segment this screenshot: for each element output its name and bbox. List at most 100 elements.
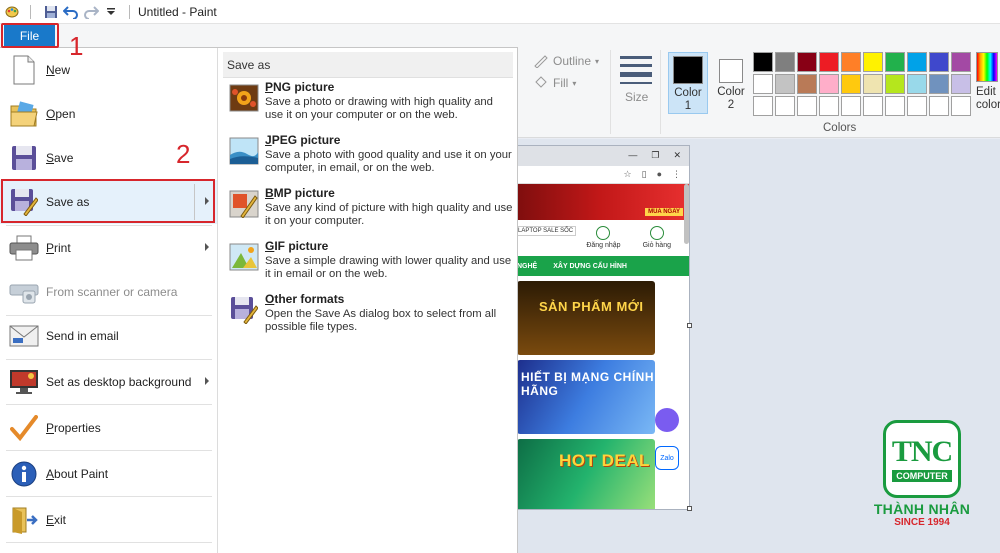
file-tab[interactable]: File (4, 25, 55, 46)
save-as-jpeg-option[interactable]: JPEG picture Save a photo with good qual… (223, 133, 513, 185)
color2-selector[interactable]: Color 2 (711, 52, 751, 114)
palette-swatch[interactable] (951, 96, 971, 116)
palette-swatch[interactable] (819, 96, 839, 116)
jpeg-picture-icon (227, 135, 261, 167)
exit-icon (7, 504, 41, 536)
save-as-other-formats-option[interactable]: Other formats Open the Save As dialog bo… (223, 292, 513, 344)
palette-swatch[interactable] (929, 52, 949, 72)
palette-swatch[interactable] (929, 74, 949, 94)
window-title: Untitled - Paint (138, 4, 217, 19)
menu-item-exit[interactable]: Exit (0, 498, 217, 542)
palette-swatch[interactable] (951, 52, 971, 72)
save-as-icon (7, 186, 41, 218)
ribbon-divider-2 (660, 50, 661, 134)
palette-swatch[interactable] (841, 74, 861, 94)
color1-swatch (673, 56, 703, 84)
menu-item-desktop-background-label: Set as desktop background (46, 375, 192, 389)
undo-icon[interactable] (63, 4, 79, 20)
palette-swatch[interactable] (753, 74, 773, 94)
menu-item-print-label: Print (46, 241, 71, 255)
palette-swatch[interactable] (775, 74, 795, 94)
edit-colors-label: Edit colors (976, 86, 1000, 111)
palette-swatch[interactable] (819, 74, 839, 94)
palette-swatch[interactable] (775, 52, 795, 72)
menu-item-open[interactable]: Open (0, 92, 217, 136)
save-as-gif-option[interactable]: GIF picture Save a simple drawing with l… (223, 239, 513, 291)
palette-swatch[interactable] (841, 96, 861, 116)
tnc-brand: TNC (891, 435, 953, 468)
palette-swatch[interactable] (885, 52, 905, 72)
print-submenu-arrow-icon (205, 243, 209, 251)
palette-swatch[interactable] (819, 52, 839, 72)
title-separator-2 (129, 4, 130, 19)
cart-icon (649, 226, 664, 240)
menu-item-properties[interactable]: Properties (0, 406, 217, 450)
promo-hot-deal: HOT DEAL (517, 439, 655, 509)
palette-swatch[interactable] (929, 96, 949, 116)
resize-handle-right[interactable] (687, 323, 692, 328)
menu-item-from-scanner: From scanner or camera (0, 270, 217, 314)
quick-save-icon[interactable] (43, 4, 59, 20)
palette-swatch[interactable] (775, 96, 795, 116)
palette-swatch[interactable] (863, 52, 883, 72)
tnc-sub: COMPUTER (892, 470, 952, 482)
printer-icon (7, 232, 41, 264)
palette-swatch[interactable] (907, 96, 927, 116)
canvas-image[interactable]: — ❐ ✕ ☆ ▯ ● ⋮ MUA NGAY LAPTOP SALE SỐC Đăng n… (510, 145, 690, 510)
palette-swatch[interactable] (863, 96, 883, 116)
palette-swatch[interactable] (797, 96, 817, 116)
palette-swatch[interactable] (885, 96, 905, 116)
palette-swatch[interactable] (885, 74, 905, 94)
menu-item-print[interactable]: Print (0, 226, 217, 270)
save-as-panel: Save as PNG picture Save a photo or draw… (219, 48, 517, 553)
menu-item-save-as[interactable]: Save as (0, 180, 217, 224)
step-2-annotation: 2 (176, 139, 191, 169)
outline-label: Outline (553, 54, 592, 68)
bmp-option-title: BMP picture (265, 186, 335, 200)
checkmark-icon (7, 412, 41, 444)
redo-icon[interactable] (83, 4, 99, 20)
menu-separator-5 (6, 404, 212, 405)
palette-swatch[interactable] (863, 74, 883, 94)
edit-colors-button[interactable]: Edit colors (976, 52, 1000, 112)
palette-swatch[interactable] (951, 74, 971, 94)
other-formats-option-title: Other formats (265, 292, 345, 306)
color1-selector[interactable]: Color 1 (668, 52, 708, 114)
outline-button[interactable]: Outline ▾ (533, 54, 599, 68)
outline-icon (534, 55, 548, 68)
file-menu: New Open Save Save as Print From scanner… (0, 47, 518, 553)
palette-swatch[interactable] (907, 52, 927, 72)
cart-item: Giỏ hàng (643, 226, 671, 256)
palette-swatch[interactable] (907, 74, 927, 94)
menu-item-send-email[interactable]: Send in email (0, 314, 217, 358)
menu-separator-8 (6, 542, 212, 543)
paint-app-icon[interactable] (4, 4, 20, 20)
color2-label: Color 2 (717, 86, 745, 111)
color2-swatch (719, 59, 743, 83)
palette-swatch[interactable] (753, 52, 773, 72)
gif-picture-icon (227, 241, 261, 273)
save-as-png-option[interactable]: PNG picture Save a photo or drawing with… (223, 80, 513, 132)
menu-item-about[interactable]: About Paint (0, 452, 217, 496)
save-as-bmp-option[interactable]: BMP picture Save any kind of picture wit… (223, 186, 513, 238)
menu-item-open-label: Open (46, 107, 76, 121)
color1-label: Color 1 (674, 87, 702, 112)
menu-item-new[interactable]: New (0, 48, 217, 92)
fill-button[interactable]: Fill ▾ (533, 76, 576, 90)
menu-item-about-label: About Paint (46, 467, 109, 481)
other-formats-icon (227, 294, 261, 326)
file-menu-commands: New Open Save Save as Print From scanner… (0, 48, 218, 553)
palette-swatch[interactable] (797, 52, 817, 72)
menu-item-desktop-background[interactable]: Set as desktop background (0, 360, 217, 404)
size-lines-icon[interactable] (620, 56, 652, 89)
customize-qat-dropdown-icon[interactable] (103, 4, 119, 20)
palette-swatch[interactable] (753, 96, 773, 116)
palette-swatch[interactable] (797, 74, 817, 94)
menu-separator-7 (6, 496, 212, 497)
png-picture-icon (227, 82, 261, 114)
zalo-icon: Zalo (655, 446, 679, 470)
rainbow-icon (976, 52, 998, 82)
menu-separator-6 (6, 450, 212, 451)
palette-swatch[interactable] (841, 52, 861, 72)
resize-handle-corner[interactable] (687, 506, 692, 511)
